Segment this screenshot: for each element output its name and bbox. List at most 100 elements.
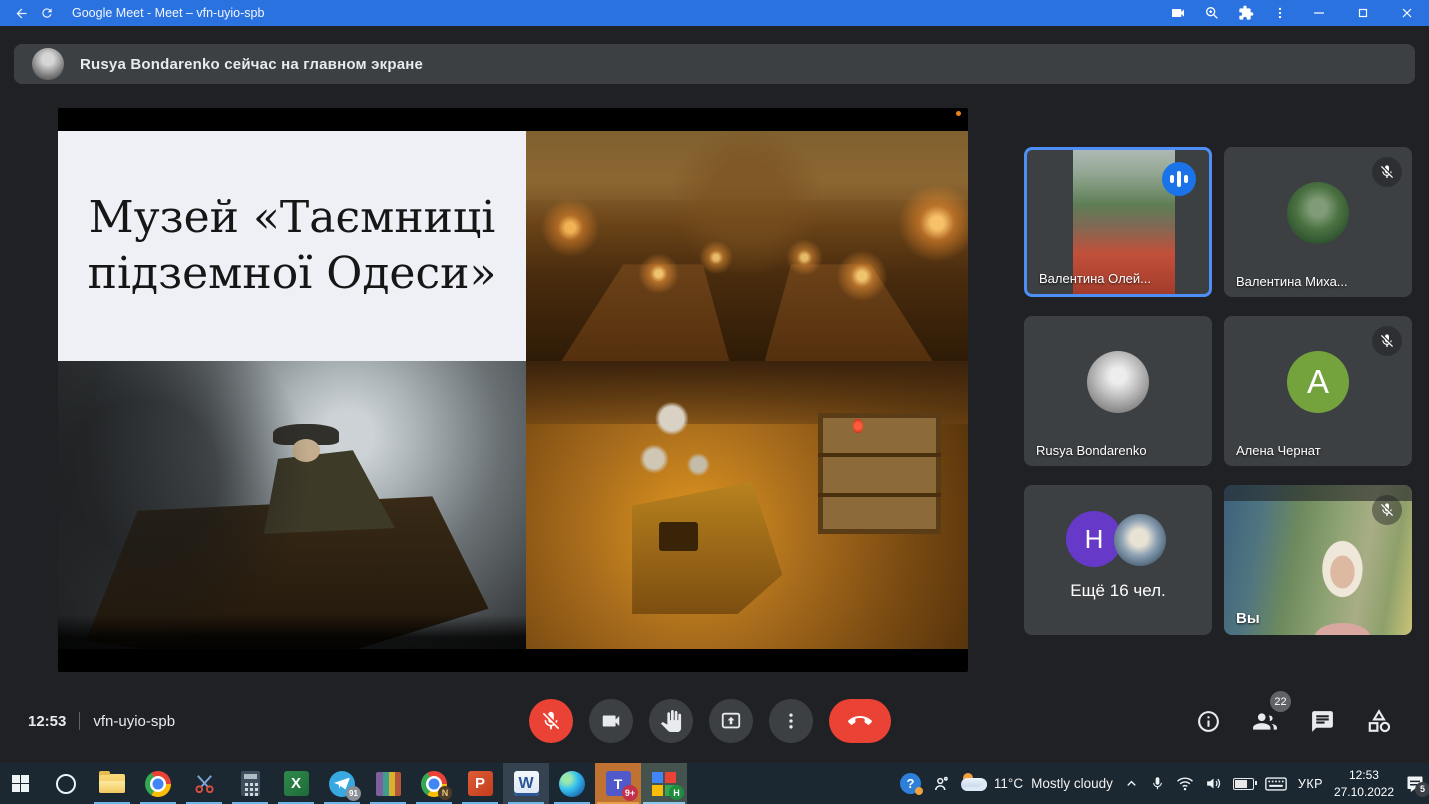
mic-toggle-button[interactable] — [529, 699, 573, 743]
avatar-initial: A — [1307, 363, 1329, 401]
overflow-participants-tile[interactable]: Н Ещё 16 чел. — [1024, 485, 1212, 635]
weather-temp: 11°C — [994, 776, 1023, 791]
photo-decoration — [526, 361, 968, 649]
end-call-button[interactable] — [829, 699, 891, 743]
participant-avatar — [1114, 514, 1166, 566]
zoom-page-icon[interactable] — [1195, 0, 1229, 26]
meeting-code: vfn-uyio-spb — [93, 713, 175, 730]
chrome-profile-badge: N — [438, 786, 452, 800]
browser-menu-icon[interactable] — [1263, 0, 1297, 26]
word-button[interactable]: W — [503, 763, 549, 804]
more-participants-label: Ещё 16 чел. — [1024, 581, 1212, 601]
camera-toggle-button[interactable] — [589, 699, 633, 743]
participant-avatar — [1087, 351, 1149, 413]
chrome-button[interactable] — [135, 763, 181, 804]
teams-badge: 9+ — [622, 785, 638, 801]
snipping-tool-button[interactable] — [181, 763, 227, 804]
excel-button[interactable]: X — [273, 763, 319, 804]
slide-orange-dot — [956, 111, 961, 116]
participant-tile[interactable]: Валентина Миха... — [1224, 147, 1412, 297]
close-button[interactable] — [1385, 0, 1429, 26]
meet-control-bar: 12:53 vfn-uyio-spb — [0, 688, 1429, 754]
participant-tile[interactable]: Rusya Bondarenko — [1024, 316, 1212, 466]
start-button[interactable] — [0, 763, 43, 804]
meeting-clock: 12:53 — [28, 713, 66, 730]
get-help-icon[interactable]: ? — [900, 773, 921, 794]
network-icon[interactable] — [1176, 776, 1194, 791]
back-icon[interactable] — [8, 0, 34, 26]
word-icon: W — [514, 771, 539, 796]
meeting-details-button[interactable] — [1195, 708, 1221, 734]
present-screen-button[interactable] — [709, 699, 753, 743]
language-indicator[interactable]: УКР — [1298, 777, 1323, 791]
divider — [79, 712, 80, 730]
tray-clock[interactable]: 12:53 27.10.2022 — [1334, 767, 1394, 799]
file-explorer-button[interactable] — [89, 763, 135, 804]
calculator-button[interactable] — [227, 763, 273, 804]
touch-keyboard-icon[interactable] — [1265, 777, 1287, 791]
participant-name: Валентина Миха... — [1236, 274, 1348, 289]
participant-avatar — [1287, 182, 1349, 244]
slide-photo-catacomb-kitchen — [526, 361, 968, 649]
winrar-button[interactable] — [365, 763, 411, 804]
folder-icon — [99, 774, 125, 793]
volume-icon[interactable] — [1205, 775, 1222, 792]
excel-icon: X — [284, 771, 309, 796]
maximize-button[interactable] — [1341, 0, 1385, 26]
browser-titlebar: Google Meet - Meet – vfn-uyio-spb — [0, 0, 1429, 26]
mic-muted-icon — [1372, 495, 1402, 525]
battery-icon[interactable] — [1233, 778, 1254, 790]
chat-panel-button[interactable] — [1309, 708, 1335, 734]
meet-app-badge: H — [669, 785, 684, 800]
participant-name: Валентина Олей... — [1039, 271, 1151, 286]
teams-button[interactable]: T 9+ — [595, 763, 641, 804]
more-options-button[interactable] — [769, 699, 813, 743]
raise-hand-button[interactable] — [649, 699, 693, 743]
presentation-stage[interactable]: Музей «Таємниці підземної Одеси» — [58, 108, 968, 672]
tray-time: 12:53 — [1334, 767, 1394, 783]
chrome-icon — [145, 771, 171, 797]
overflow-avatars: Н — [1066, 511, 1170, 567]
people-tray-icon[interactable] — [932, 775, 950, 793]
participants-count-badge: 22 — [1270, 691, 1291, 712]
slide-photo-catacomb-dining-hall — [526, 131, 968, 361]
powerpoint-button[interactable]: P — [457, 763, 503, 804]
presenter-avatar — [32, 48, 64, 80]
presenting-banner-text: Rusya Bondarenko сейчас на главном экран… — [80, 56, 423, 73]
titlebar-actions — [1161, 0, 1429, 26]
reload-icon[interactable] — [34, 0, 60, 26]
tray-mic-icon[interactable] — [1150, 776, 1165, 791]
presenting-banner: Rusya Bondarenko сейчас на главном экран… — [14, 44, 1415, 84]
audio-level-icon — [1162, 162, 1196, 196]
extensions-icon[interactable] — [1229, 0, 1263, 26]
slide-photo-bunker-desk-mannequin — [58, 361, 526, 649]
tray-expand-chevron[interactable] — [1124, 776, 1139, 791]
telegram-button[interactable]: 91 — [319, 763, 365, 804]
meet-app-button[interactable]: H — [641, 763, 687, 804]
slide-title-panel: Музей «Таємниці підземної Одеси» — [58, 131, 526, 361]
self-name: Вы — [1236, 610, 1260, 627]
desktop-screen: Google Meet - Meet – vfn-uyio-spb — [0, 0, 1429, 804]
mic-muted-icon — [1372, 326, 1402, 356]
meeting-panels: 22 — [1195, 688, 1392, 754]
activities-button[interactable] — [1366, 708, 1392, 734]
edge-button[interactable] — [549, 763, 595, 804]
notification-center-icon[interactable]: 5 — [1405, 774, 1425, 794]
powerpoint-icon: P — [468, 771, 493, 796]
self-view-tile[interactable]: Вы — [1224, 485, 1412, 635]
participant-tile[interactable]: A Алена Чернат — [1224, 316, 1412, 466]
meeting-info: 12:53 vfn-uyio-spb — [28, 688, 175, 754]
window-title: Google Meet - Meet – vfn-uyio-spb — [72, 6, 264, 20]
camera-permission-icon[interactable] — [1161, 0, 1195, 26]
chrome-profile-button[interactable]: N — [411, 763, 457, 804]
participants-panel-button[interactable]: 22 — [1252, 708, 1278, 734]
calculator-icon — [241, 771, 260, 796]
slide-title: Музей «Таємниці підземної Одеси» — [58, 190, 526, 303]
weather-widget[interactable]: 11°C Mostly cloudy — [961, 776, 1113, 792]
system-tray: ? 11°C Mostly cloudy — [900, 763, 1425, 804]
weather-cloud-icon — [961, 776, 987, 792]
participant-name: Rusya Bondarenko — [1036, 443, 1147, 458]
participant-tile-speaking[interactable]: Валентина Олей... — [1024, 147, 1212, 297]
minimize-button[interactable] — [1297, 0, 1341, 26]
cortana-search-button[interactable] — [43, 763, 89, 804]
